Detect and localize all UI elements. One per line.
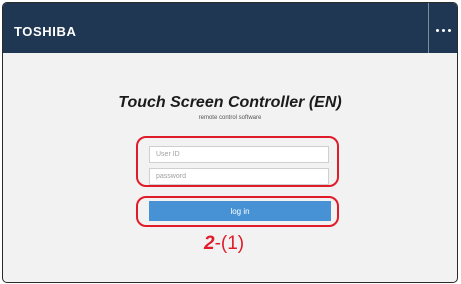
step-annotation: 2-(1) — [204, 233, 244, 255]
menu-dot — [442, 29, 445, 32]
step-suffix: -(1) — [214, 233, 245, 254]
page-title: Touch Screen Controller (EN) — [118, 94, 342, 111]
header-bar: TOSHIBA — [3, 3, 457, 53]
user-id-field[interactable] — [149, 146, 329, 163]
brand-logo: TOSHIBA — [14, 24, 77, 39]
page-subtitle: remote control software — [198, 115, 262, 121]
step-number: 2 — [204, 233, 215, 254]
login-button[interactable]: log in — [149, 201, 331, 221]
password-field[interactable] — [149, 168, 329, 185]
menu-dot — [448, 29, 451, 32]
ellipsis-icon[interactable] — [428, 3, 457, 53]
app-window: TOSHIBA Touch Screen Controller (EN) rem… — [2, 2, 458, 283]
menu-dot — [436, 29, 439, 32]
